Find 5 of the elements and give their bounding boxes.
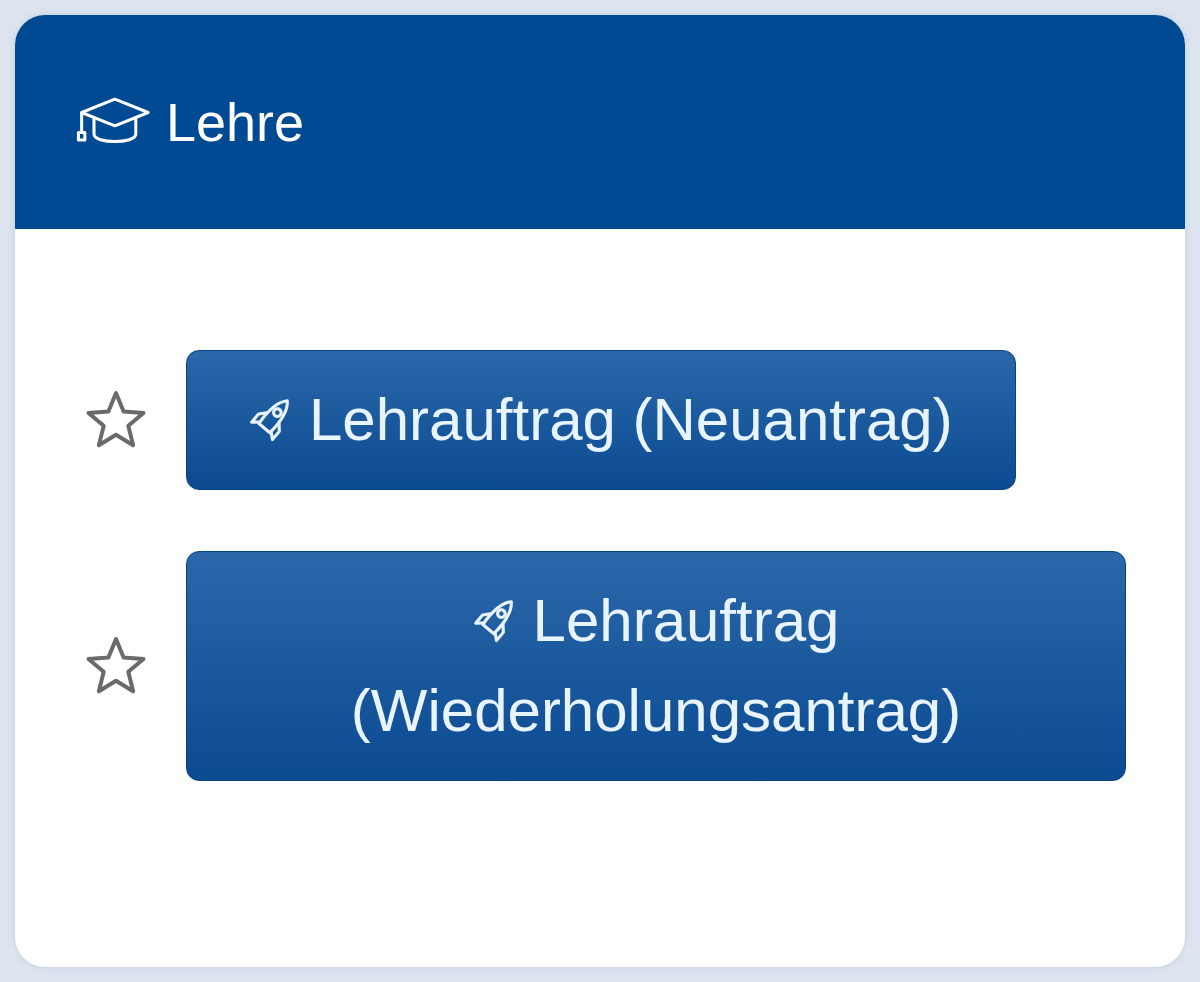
action-button[interactable]: Lehrauftrag (Neuantrag) (186, 350, 1016, 490)
star-icon[interactable] (85, 636, 147, 696)
action-button[interactable]: Lehrauftrag (Wiederholungsantrag) (186, 551, 1126, 781)
star-icon[interactable] (85, 390, 147, 450)
card-title: Lehre (166, 95, 305, 149)
